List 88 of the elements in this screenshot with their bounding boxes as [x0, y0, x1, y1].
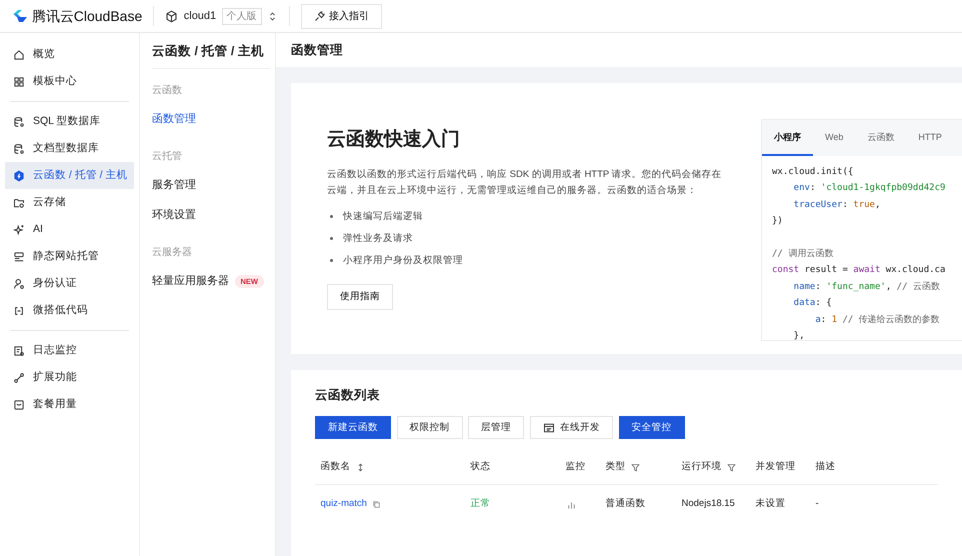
runtime-cell: Nodejs18.15 [682, 497, 735, 512]
database-icon [13, 116, 25, 128]
concurrency-cell: 未设置 [756, 497, 786, 512]
code-line: a: 1 // 传递给云函数的参数 [814, 314, 941, 327]
filter-icon [631, 462, 640, 472]
column-header: 监控 [566, 460, 586, 474]
bullet-icon [330, 259, 333, 262]
column-header: 函数名 [320, 460, 350, 474]
code-line: }) [772, 215, 784, 228]
sidebar-item[interactable]: 静态网站托管 [5, 243, 134, 270]
bullet-icon [330, 237, 333, 240]
status-text: 正常 [470, 497, 490, 512]
column-header: 并发管理 [756, 460, 796, 474]
action-button[interactable]: 层管理 [468, 416, 524, 440]
column-header: 状态 [470, 460, 490, 474]
type-cell: 普通函数 [606, 497, 646, 512]
hexagon-icon [13, 170, 25, 182]
log-icon [13, 344, 25, 357]
sidebar-item[interactable]: 日志监控 [5, 337, 134, 364]
group-heading: 云托管 [152, 150, 182, 162]
code-tab[interactable]: 云函数 [855, 120, 906, 156]
plug-icon [314, 10, 326, 22]
sidebar-item[interactable]: 概览 [5, 41, 134, 68]
group-heading: 云函数 [152, 85, 182, 96]
user-guide-button[interactable]: 使用指南 [327, 284, 393, 310]
user-icon [13, 278, 25, 290]
subnav-item[interactable]: 轻量应用服务器 [152, 272, 229, 290]
sparkle-icon [13, 224, 25, 236]
bullet-text: 小程序用户身份及权限管理 [342, 254, 463, 268]
group-heading: 云服务器 [152, 246, 192, 258]
action-button[interactable]: 安全管控 [618, 416, 684, 440]
sidebar-item[interactable]: 身份认证 [5, 270, 134, 298]
package-icon [13, 398, 25, 411]
action-button[interactable]: 在线开发 [530, 416, 613, 440]
sidebar-item[interactable]: 文档型数据库 [5, 135, 134, 162]
filter-icon [727, 462, 736, 472]
code-line: const result = await wx.cloud.ca [772, 264, 946, 278]
sidebar-item[interactable]: 云函数 / 托管 / 主机 [5, 162, 134, 190]
sidebar-item[interactable]: 微搭低代码 [5, 297, 134, 324]
subnav-item[interactable]: 服务管理 [152, 176, 196, 194]
logo-icon [11, 8, 29, 24]
code-line: wx.cloud.init({ [772, 166, 854, 179]
folder-icon [13, 196, 25, 209]
code-line: }, [792, 330, 806, 344]
bullet-text: 弹性业务及请求 [342, 232, 413, 246]
web-hosting-icon [13, 250, 25, 263]
code-line: env: 'cloud1-1gkqfpb09dd42c9 [792, 182, 946, 196]
function-name-link[interactable]: quiz-match [320, 497, 367, 512]
sidebar-item[interactable]: 扩展功能 [5, 364, 134, 392]
section-title: 云函数 / 托管 / 主机 [152, 42, 264, 60]
sidebar-item[interactable]: 模板中心 [5, 68, 134, 96]
sidebar-item[interactable]: AI [5, 216, 134, 244]
sidebar-item[interactable]: SQL 型数据库 [5, 108, 134, 136]
environment-name[interactable]: cloud1 [184, 8, 216, 24]
extension-icon [13, 372, 25, 384]
action-button[interactable]: 权限控制 [396, 416, 462, 440]
description-cell: - [816, 497, 819, 512]
editor-icon [542, 422, 554, 434]
code-tab[interactable]: HTTP [906, 120, 954, 156]
database-icon [13, 142, 25, 155]
sidebar-item[interactable]: 套餐用量 [5, 391, 134, 418]
code-tab[interactable]: 小程序 [762, 120, 813, 156]
grid-icon [13, 76, 25, 88]
code-line: // 调用云函数 [772, 248, 834, 261]
subnav-item[interactable]: 函数管理 [152, 111, 196, 128]
copy-icon [372, 500, 382, 509]
bullet-icon [330, 215, 333, 218]
home-icon [13, 48, 25, 61]
sort-icon [356, 462, 365, 472]
description-text: 云函数以函数的形式运行后端代码，响应 SDK 的调用或者 HTTP 请求。您的代码会储存在云端，并且在云上环境中运行，无需管理或运维自己的服务器。云函数的适合场景： [327, 168, 723, 198]
code-tab[interactable]: Web [813, 120, 856, 156]
list-title: 云函数列表 [315, 386, 381, 404]
subnav-item[interactable]: 环境设置 [152, 207, 196, 224]
code-line: data: { [792, 297, 833, 310]
plan-badge: 个人版 [222, 8, 262, 25]
sidebar-item[interactable]: 云存储 [5, 189, 134, 216]
bullet-text: 快速编写后端逻辑 [342, 210, 423, 224]
quickstart-title: 云函数快速入门 [327, 128, 460, 152]
page-title: 函数管理 [291, 42, 343, 59]
column-header: 类型 [606, 460, 626, 474]
code-line: traceUser: true, [792, 198, 882, 212]
brand-name[interactable]: 腾讯云CloudBase [32, 6, 142, 27]
code-line: name: 'func_name', // 云函数 [792, 280, 941, 294]
column-header: 运行环境 [682, 460, 722, 474]
guide-button[interactable]: 接入指引 [301, 4, 382, 29]
column-header: 描述 [816, 460, 836, 474]
cube-icon [165, 10, 178, 23]
action-button[interactable]: 新建云函数 [315, 416, 391, 440]
